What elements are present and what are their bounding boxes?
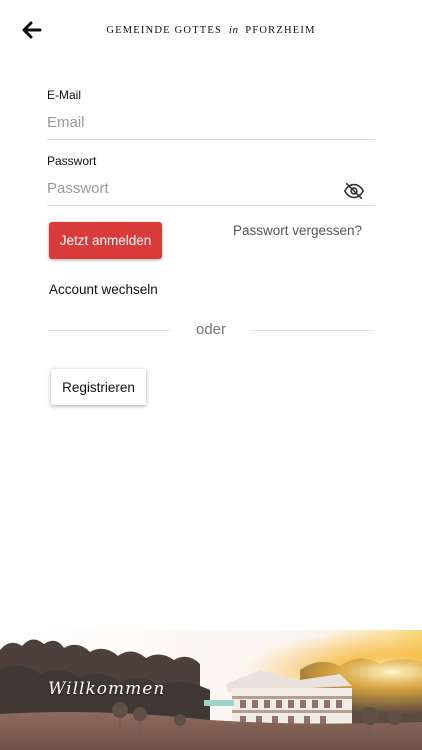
brand-name-in: in <box>228 24 239 36</box>
email-field-group: E-Mail <box>47 88 375 140</box>
welcome-text: Willkommen <box>48 679 166 699</box>
password-field-group: Passwort <box>47 154 375 206</box>
password-input[interactable] <box>47 174 375 206</box>
app-header: Gemeinde Gottes in Pforzheim <box>0 0 422 62</box>
register-button[interactable]: Registrieren <box>51 369 146 405</box>
email-label: E-Mail <box>47 88 82 102</box>
login-button[interactable]: Jetzt anmelden <box>49 222 162 259</box>
switch-account-link[interactable]: Account wechseln <box>49 282 158 297</box>
divider-line-right <box>251 330 373 331</box>
forgot-password-link[interactable]: Passwort vergessen? <box>233 223 362 238</box>
eye-off-icon[interactable] <box>343 180 365 202</box>
brand-title: Gemeinde Gottes in Pforzheim <box>0 24 422 36</box>
brand-name-part1: Gemeinde Gottes <box>106 25 223 36</box>
password-label: Passwort <box>47 154 97 168</box>
brand-name-part2: Pforzheim <box>245 25 316 36</box>
email-input[interactable] <box>47 108 375 140</box>
